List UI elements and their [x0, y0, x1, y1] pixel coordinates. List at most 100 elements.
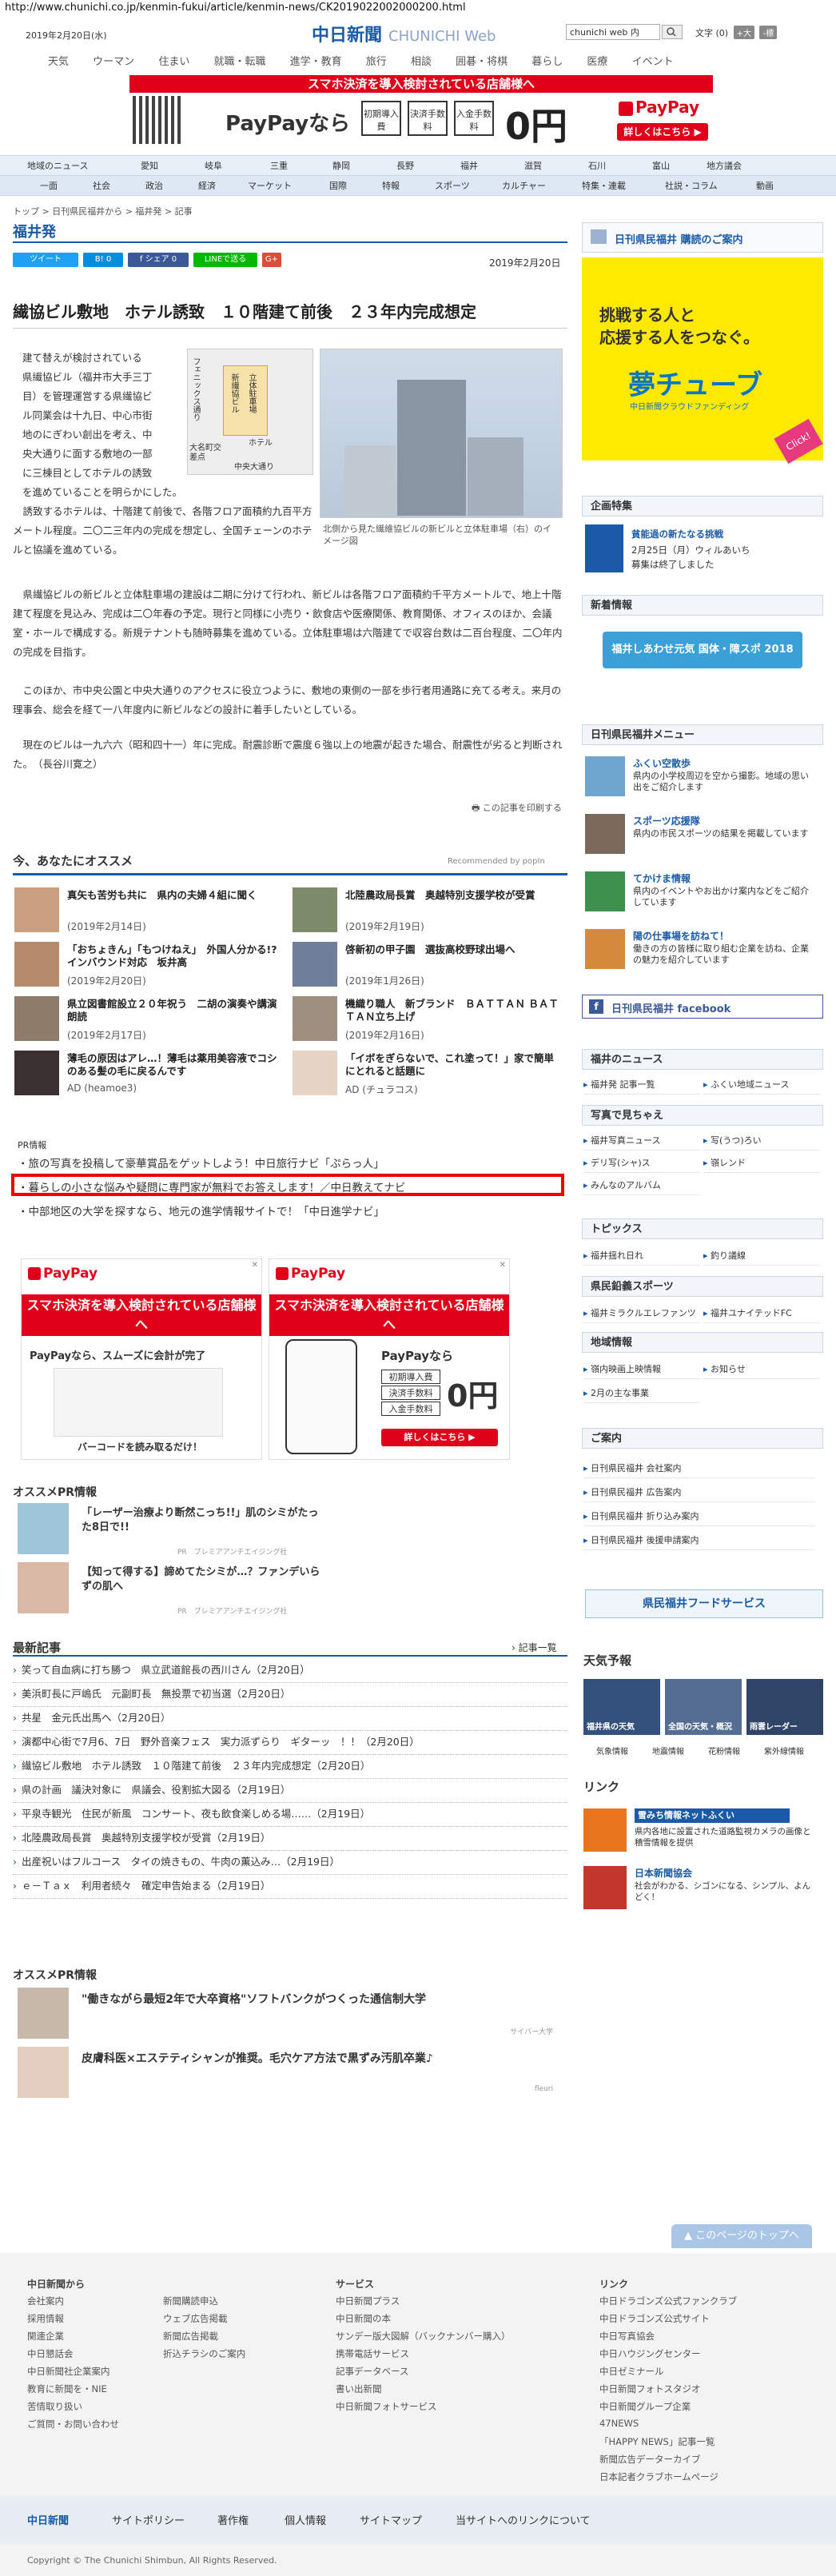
print-link[interactable]: 🖶 この記事を印刷する — [472, 801, 562, 816]
nav-primary-item[interactable]: 岐阜 — [205, 159, 222, 172]
footer-link[interactable]: 新聞広告掲載 — [163, 2330, 218, 2343]
photo-link[interactable]: 福井写真ニュース — [583, 1132, 700, 1150]
latest-row[interactable]: › 平泉寺観光 住民が新風 コンサート、夜も飲食楽しめる場……（2月19日） — [13, 1802, 567, 1827]
pr-recommend-item[interactable]: 「レーザー治療より断然こっち!!」肌のシミがたった8日で!! PR プレミアアン… — [18, 1503, 561, 1557]
photo-link[interactable]: 嶺レンド — [703, 1154, 820, 1173]
facebook-link[interactable]: f 日刊県民福井 facebook — [582, 995, 823, 1019]
footer-link[interactable]: 新聞購読申込 — [163, 2295, 218, 2307]
nav-secondary-item[interactable]: 特報 — [382, 179, 400, 192]
guide-link[interactable]: 日刊県民福井 広告案内 — [583, 1484, 815, 1502]
menu-item[interactable]: 陽の仕事場を訪ねて！ 働きの方の皆様に取り組む企業を訪ね、企業の魅力を紹介してい… — [583, 927, 820, 972]
footer-link[interactable]: 中日新聞グループ企業 — [599, 2400, 691, 2413]
footer-link[interactable]: 日本記者クラブホームページ — [599, 2470, 719, 2483]
nav-secondary-item[interactable]: 国際 — [329, 179, 347, 192]
ad-close-icon[interactable]: ✕ — [252, 1261, 258, 1270]
region-link[interactable]: お知らせ — [703, 1361, 820, 1379]
footer-link[interactable]: 中日新聞社企業案内 — [27, 2365, 110, 2378]
region-link[interactable]: 嶺内映画上映情報 — [583, 1361, 700, 1379]
global-nav-item[interactable]: 天気 — [48, 56, 69, 68]
pr-recommend2-item[interactable]: "働きながら最短2年で大卒資格"ソフトバンクがつくった通信制大学 サイバー大学 — [18, 1988, 561, 2040]
sports-link[interactable]: 福井ミラクルエレファンツ — [583, 1305, 700, 1323]
nav-primary-item[interactable]: 地方議会 — [707, 159, 742, 172]
browser-url-bar[interactable]: http://www.chunichi.co.jp/kenmin-fukui/a… — [0, 0, 836, 16]
global-nav-item[interactable]: ウーマン — [93, 56, 134, 68]
global-nav-item[interactable]: 医療 — [587, 56, 607, 68]
menu-item[interactable]: スポーツ応援隊 県内の市民スポーツの結果を掲載しています — [583, 812, 820, 857]
share-facebook-button[interactable]: f シェア 0 — [128, 253, 189, 267]
footer-link[interactable]: ウェブ広告掲載 — [163, 2312, 228, 2325]
footer-link[interactable]: 会社案内 — [27, 2295, 64, 2307]
latest-row[interactable]: › 笑って自血病に打ち勝つ 県立武道館長の西川さん（2月20日） — [13, 1658, 567, 1683]
topics-link[interactable]: 釣り議線 — [703, 1247, 820, 1266]
footer-link[interactable]: 中日新聞フォトサービス — [336, 2400, 437, 2413]
latest-row[interactable]: › 出産祝いはフルコース タイの焼きもの、牛肉の薫込み…（2月19日） — [13, 1850, 567, 1875]
paypay-ad-right[interactable]: PayPay ✕ スマホ決済を導入検討されている店舗様へ PayPayなら 初期… — [269, 1258, 510, 1460]
fukui-news-link[interactable]: ふくい地域ニュース — [703, 1076, 820, 1095]
share-twitter-button[interactable]: ツイート — [13, 253, 78, 267]
recommend-item[interactable]: 啓新初の甲子園 選抜高校野球出場へ (2019年1月26日) — [293, 942, 564, 990]
footer-link[interactable]: 47NEWS — [599, 2418, 639, 2429]
footer-link[interactable]: 中日ドラゴンズ公式サイト — [599, 2312, 710, 2325]
new-info-banner[interactable]: 福井しあわせ元気 国体・障スポ 2018 — [603, 632, 802, 668]
global-nav-item[interactable]: 旅行 — [366, 56, 387, 68]
link-item[interactable]: 日本新聞協会 社会がわかる、シゴンになる、シンプル、よんどく！ — [583, 1866, 820, 1914]
feature-item-title[interactable]: 貧能過の新たなる挑戦 — [631, 528, 723, 540]
global-nav-item[interactable]: 暮らし — [531, 56, 563, 68]
guide-link[interactable]: 日刊県民福井 会社案内 — [583, 1460, 815, 1478]
weather-tile[interactable]: 全国の天気・概況 — [665, 1679, 742, 1735]
footer-link[interactable]: 関連企業 — [27, 2330, 64, 2343]
font-smaller-button[interactable]: -標 — [759, 26, 778, 39]
footer-link[interactable]: 「HAPPY NEWS」記事一覧 — [599, 2435, 715, 2448]
nav-secondary-item[interactable]: 政治 — [145, 179, 163, 192]
weather-link[interactable]: 花粉情報 — [708, 1745, 740, 1757]
recommend-item[interactable]: 真矢も苦労も共に 県内の夫婦４組に聞く (2019年2月14日) — [14, 887, 286, 935]
bottom-nav-link[interactable]: 著作権 — [217, 2512, 249, 2527]
yume-ad-click[interactable]: Click! — [774, 418, 823, 465]
nav-secondary-item[interactable]: マーケット — [248, 179, 292, 192]
footer-link[interactable]: サンデー版大図解（バックナンバー購入） — [336, 2330, 511, 2343]
recommend-item[interactable]: 県立図書館設立２０年祝う 二胡の演奏や講演朗読 (2019年2月17日) — [14, 996, 286, 1044]
purchase-banner[interactable]: 日刊県民福井 購読のご案内 — [582, 222, 823, 253]
nav-secondary-item[interactable]: 特集・連載 — [582, 179, 626, 192]
pr-link[interactable]: ・旅の写真を投稿して豪華賞品をゲットしよう！中日旅行ナビ「ぷらっ人」 — [18, 1154, 384, 1170]
latest-row[interactable]: › 美浜町長に戸嶋氏 元副町長 無投票で初当選（2月20日） — [13, 1682, 567, 1707]
nav-primary-item[interactable]: 石川 — [588, 159, 606, 172]
pr-link[interactable]: ・暮らしの小さな悩みや疑問に専門家が無料でお答えします！／中日教えてナビ — [18, 1178, 405, 1194]
weather-link[interactable]: 気象情報 — [596, 1745, 628, 1757]
guide-link[interactable]: 日刊県民福井 折り込み案内 — [583, 1508, 815, 1526]
search-input[interactable]: chunichi web 内 — [566, 24, 660, 40]
nav-secondary-item[interactable]: 社会 — [93, 179, 110, 192]
footer-link[interactable]: 書い出新聞 — [336, 2383, 382, 2395]
nav-primary-item[interactable]: 地域のニュース — [27, 159, 88, 172]
footer-link[interactable]: 教育に新聞を・NIE — [27, 2383, 107, 2395]
latest-row[interactable]: › 繊協ビル敷地 ホテル誘致 １０階建て前後 ２３年内完成想定（2月20日） — [13, 1754, 567, 1779]
latest-row[interactable]: › 演都中心街で7月6、7日 野外音楽フェス 実力派ずらり ギターッ ！！（2月2… — [13, 1730, 567, 1755]
bottom-nav-link[interactable]: 当サイトへのリンクについて — [456, 2512, 591, 2527]
region-link[interactable]: 2月の主な事業 — [583, 1385, 700, 1403]
nav-primary-item[interactable]: 富山 — [652, 159, 670, 172]
pr-recommend2-item[interactable]: 皮膚科医×エステティシャンが推奨。毛穴ケア方法で黒ずみ汚肌卒業♪ fleuri — [18, 2047, 561, 2099]
site-logo[interactable]: 中日新聞 CHUNICHI Web — [312, 21, 496, 46]
recommend-item[interactable]: 「おちょきん」「もつけねえ」 外国人分かる!? インバウンド対応 坂井高 (20… — [14, 942, 287, 990]
paypay-ad-cta[interactable]: 詳しくはこちら ▶ — [381, 1429, 498, 1446]
search-button[interactable] — [662, 25, 683, 39]
footer-link[interactable]: 携帯電話サービス — [336, 2347, 409, 2360]
global-nav-item[interactable]: 住まい — [158, 56, 189, 68]
global-nav-item[interactable]: 相談 — [411, 56, 432, 68]
nav-primary-item[interactable]: 滋賀 — [524, 159, 542, 172]
bottom-nav-link[interactable]: サイトポリシー — [112, 2512, 185, 2527]
nav-secondary-item[interactable]: 一面 — [40, 179, 58, 192]
footer-link[interactable]: 採用情報 — [27, 2312, 64, 2325]
recommend-item[interactable]: 薄毛の原因はアレ…！薄毛は薬用美容液でコシのある髪の毛に戻るんです AD (he… — [14, 1051, 286, 1099]
menu-item[interactable]: てかけま情報 県内のイベントやお出かけ案内などをご紹介しています — [583, 870, 820, 915]
photo-link[interactable]: 写(うつ)ろい — [703, 1132, 820, 1150]
service-banner[interactable]: 県民福井フードサービス — [585, 1589, 823, 1618]
bottom-nav-logo[interactable]: 中日新聞 — [27, 2512, 69, 2527]
recommend-item[interactable]: 北陸農政局長賞 奥越特別支援学校が受賞 (2019年2月19日) — [293, 887, 564, 935]
share-hatena-button[interactable]: B! 0 — [83, 253, 123, 267]
latest-row[interactable]: › 北陸農政局長賞 奥越特別支援学校が受賞（2月19日） — [13, 1826, 567, 1851]
footer-link[interactable]: 中日新聞の本 — [336, 2312, 391, 2325]
font-bigger-button[interactable]: +大 — [733, 26, 754, 39]
nav-secondary-item[interactable]: 動画 — [756, 179, 774, 192]
weather-tile[interactable]: 福井県の天気 — [583, 1679, 660, 1735]
